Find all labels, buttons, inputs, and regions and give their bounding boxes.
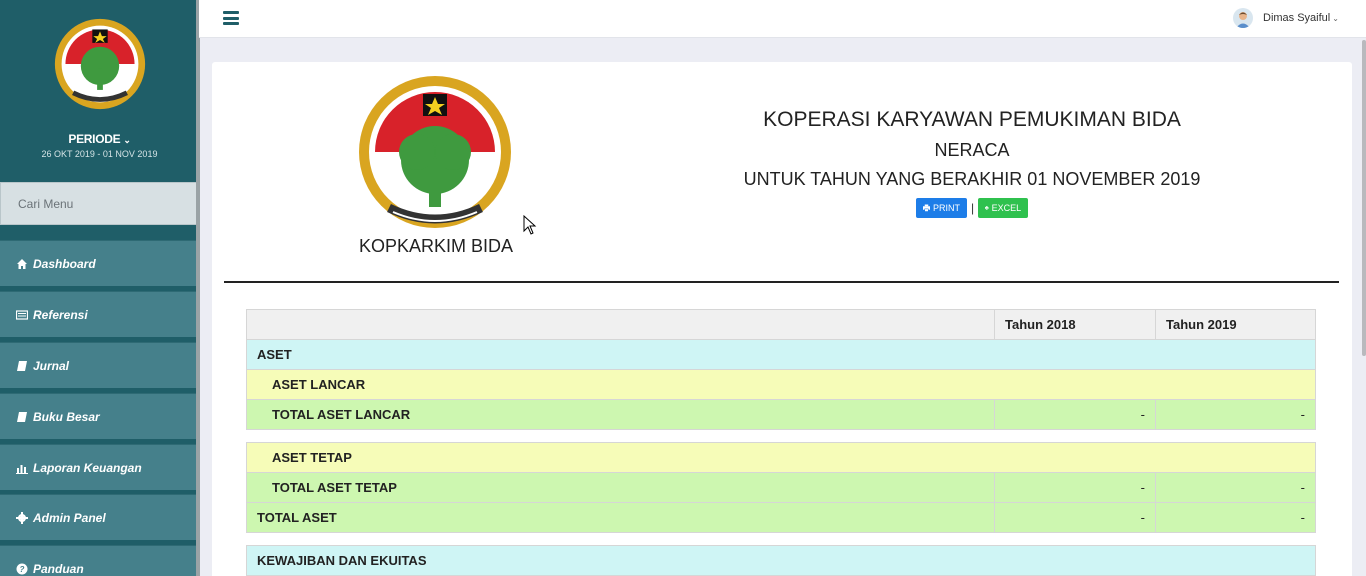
export-buttons: PRINT | EXCEL	[916, 198, 1029, 218]
total-aset-lancar-label: TOTAL ASET LANCAR	[246, 399, 995, 430]
report-title: NERACA	[934, 140, 1010, 160]
total-aset-tetap-label: TOTAL ASET TETAP	[246, 472, 995, 503]
svg-text:?: ?	[20, 565, 25, 574]
periode-range: 26 OKT 2019 - 01 NOV 2019	[41, 149, 158, 159]
sidebar-item-panduan[interactable]: ? Panduan	[0, 545, 199, 576]
hamburger-menu-icon[interactable]	[223, 11, 239, 25]
sidebar: PERIODE ⌄ 26 OKT 2019 - 01 NOV 2019 Dash…	[0, 0, 199, 576]
total-aset-lancar-2019: -	[1155, 399, 1316, 430]
table-row: TOTAL ASET TETAP - -	[246, 472, 1316, 503]
print-label: PRINT	[933, 203, 960, 213]
total-aset-label: TOTAL ASET	[246, 502, 995, 533]
sidebar-item-label: Jurnal	[33, 358, 70, 373]
print-button[interactable]: PRINT	[916, 198, 967, 218]
total-aset-2018: -	[994, 502, 1156, 533]
table-row: TOTAL ASET LANCAR - -	[246, 399, 1316, 430]
periode-toggle[interactable]: PERIODE ⌄	[0, 132, 199, 146]
section-aset: ASET	[246, 339, 1316, 370]
sidebar-item-jurnal[interactable]: Jurnal	[0, 342, 199, 388]
chevron-down-icon: ⌄	[1332, 14, 1339, 23]
mouse-cursor-icon	[523, 215, 537, 235]
gear-icon	[16, 511, 28, 524]
sidebar-scrollbar[interactable]	[196, 0, 200, 576]
print-icon	[985, 206, 989, 210]
sidebar-item-label: Admin Panel	[33, 510, 106, 525]
menu-search	[0, 182, 199, 225]
neraca-table-aset-tetap: ASET TETAP TOTAL ASET TETAP - - TOTAL AS…	[246, 442, 1316, 533]
column-header-2018: Tahun 2018	[994, 309, 1156, 340]
sidebar-item-label: Buku Besar	[33, 409, 100, 424]
total-aset-tetap-2018: -	[994, 472, 1156, 503]
sidebar-item-label: Laporan Keuangan	[33, 460, 142, 475]
koperasi-logo	[54, 18, 146, 110]
topbar: Dimas Syaiful ⌄	[199, 0, 1366, 38]
menu-search-input[interactable]	[1, 183, 198, 224]
avatar[interactable]	[1233, 8, 1253, 28]
neraca-table-kewajiban: KEWAJIBAN DAN EKUITAS	[246, 545, 1316, 576]
sidebar-item-label: Panduan	[33, 561, 84, 576]
group-aset-tetap: ASET TETAP	[246, 442, 1316, 473]
periode-label: PERIODE	[68, 132, 121, 146]
header-divider	[224, 281, 1339, 283]
column-header-2019: Tahun 2019	[1155, 309, 1316, 340]
sidebar-item-referensi[interactable]: Referensi	[0, 291, 199, 337]
table-row: ASET	[246, 339, 1316, 370]
user-menu[interactable]: Dimas Syaiful ⌄	[1263, 12, 1339, 24]
list-icon	[16, 309, 28, 320]
brand-name: KOPKARKIM BIDA	[358, 236, 514, 256]
total-aset-2019: -	[1155, 502, 1316, 533]
table-row: KEWAJIBAN DAN EKUITAS	[246, 545, 1316, 576]
koperasi-indonesia-logo	[359, 76, 511, 228]
total-aset-tetap-2019: -	[1155, 472, 1316, 503]
question-icon: ?	[16, 563, 28, 574]
excel-label: EXCEL	[991, 203, 1022, 213]
group-aset-lancar: ASET LANCAR	[246, 369, 1316, 400]
total-aset-lancar-2018: -	[994, 399, 1156, 430]
sidebar-item-buku-besar[interactable]: Buku Besar	[0, 393, 199, 439]
excel-button[interactable]: EXCEL	[978, 198, 1029, 218]
table-row: TOTAL ASET - -	[246, 502, 1316, 533]
book-icon	[17, 360, 27, 371]
page-scrollbar[interactable]	[1362, 40, 1366, 356]
sidebar-item-label: Referensi	[33, 307, 88, 322]
column-header-account	[246, 309, 995, 340]
print-icon	[923, 204, 930, 212]
sidebar-item-dashboard[interactable]: Dashboard	[0, 240, 199, 286]
chevron-down-icon: ⌄	[123, 135, 131, 145]
home-icon	[17, 258, 27, 269]
sidebar-item-laporan-keuangan[interactable]: Laporan Keuangan	[0, 444, 199, 490]
neraca-table-aset-lancar: Tahun 2018 Tahun 2019 ASET ASET LANCAR T…	[246, 309, 1316, 430]
report-org-name: KOPERASI KARYAWAN PEMUKIMAN BIDA	[763, 108, 1181, 131]
section-kewajiban-ekuitas: KEWAJIBAN DAN EKUITAS	[246, 545, 1316, 576]
username: Dimas Syaiful	[1263, 12, 1331, 24]
table-header-row: Tahun 2018 Tahun 2019	[246, 309, 1316, 340]
bar-chart-icon	[16, 464, 28, 474]
table-row: ASET LANCAR	[246, 369, 1316, 400]
button-separator: |	[971, 201, 975, 215]
sidebar-item-label: Dashboard	[33, 256, 96, 271]
sidebar-item-admin-panel[interactable]: Admin Panel	[0, 494, 199, 540]
report-period: UNTUK TAHUN YANG BERAKHIR 01 NOVEMBER 20…	[743, 169, 1201, 189]
book-icon	[17, 411, 27, 422]
table-row: ASET TETAP	[246, 442, 1316, 473]
